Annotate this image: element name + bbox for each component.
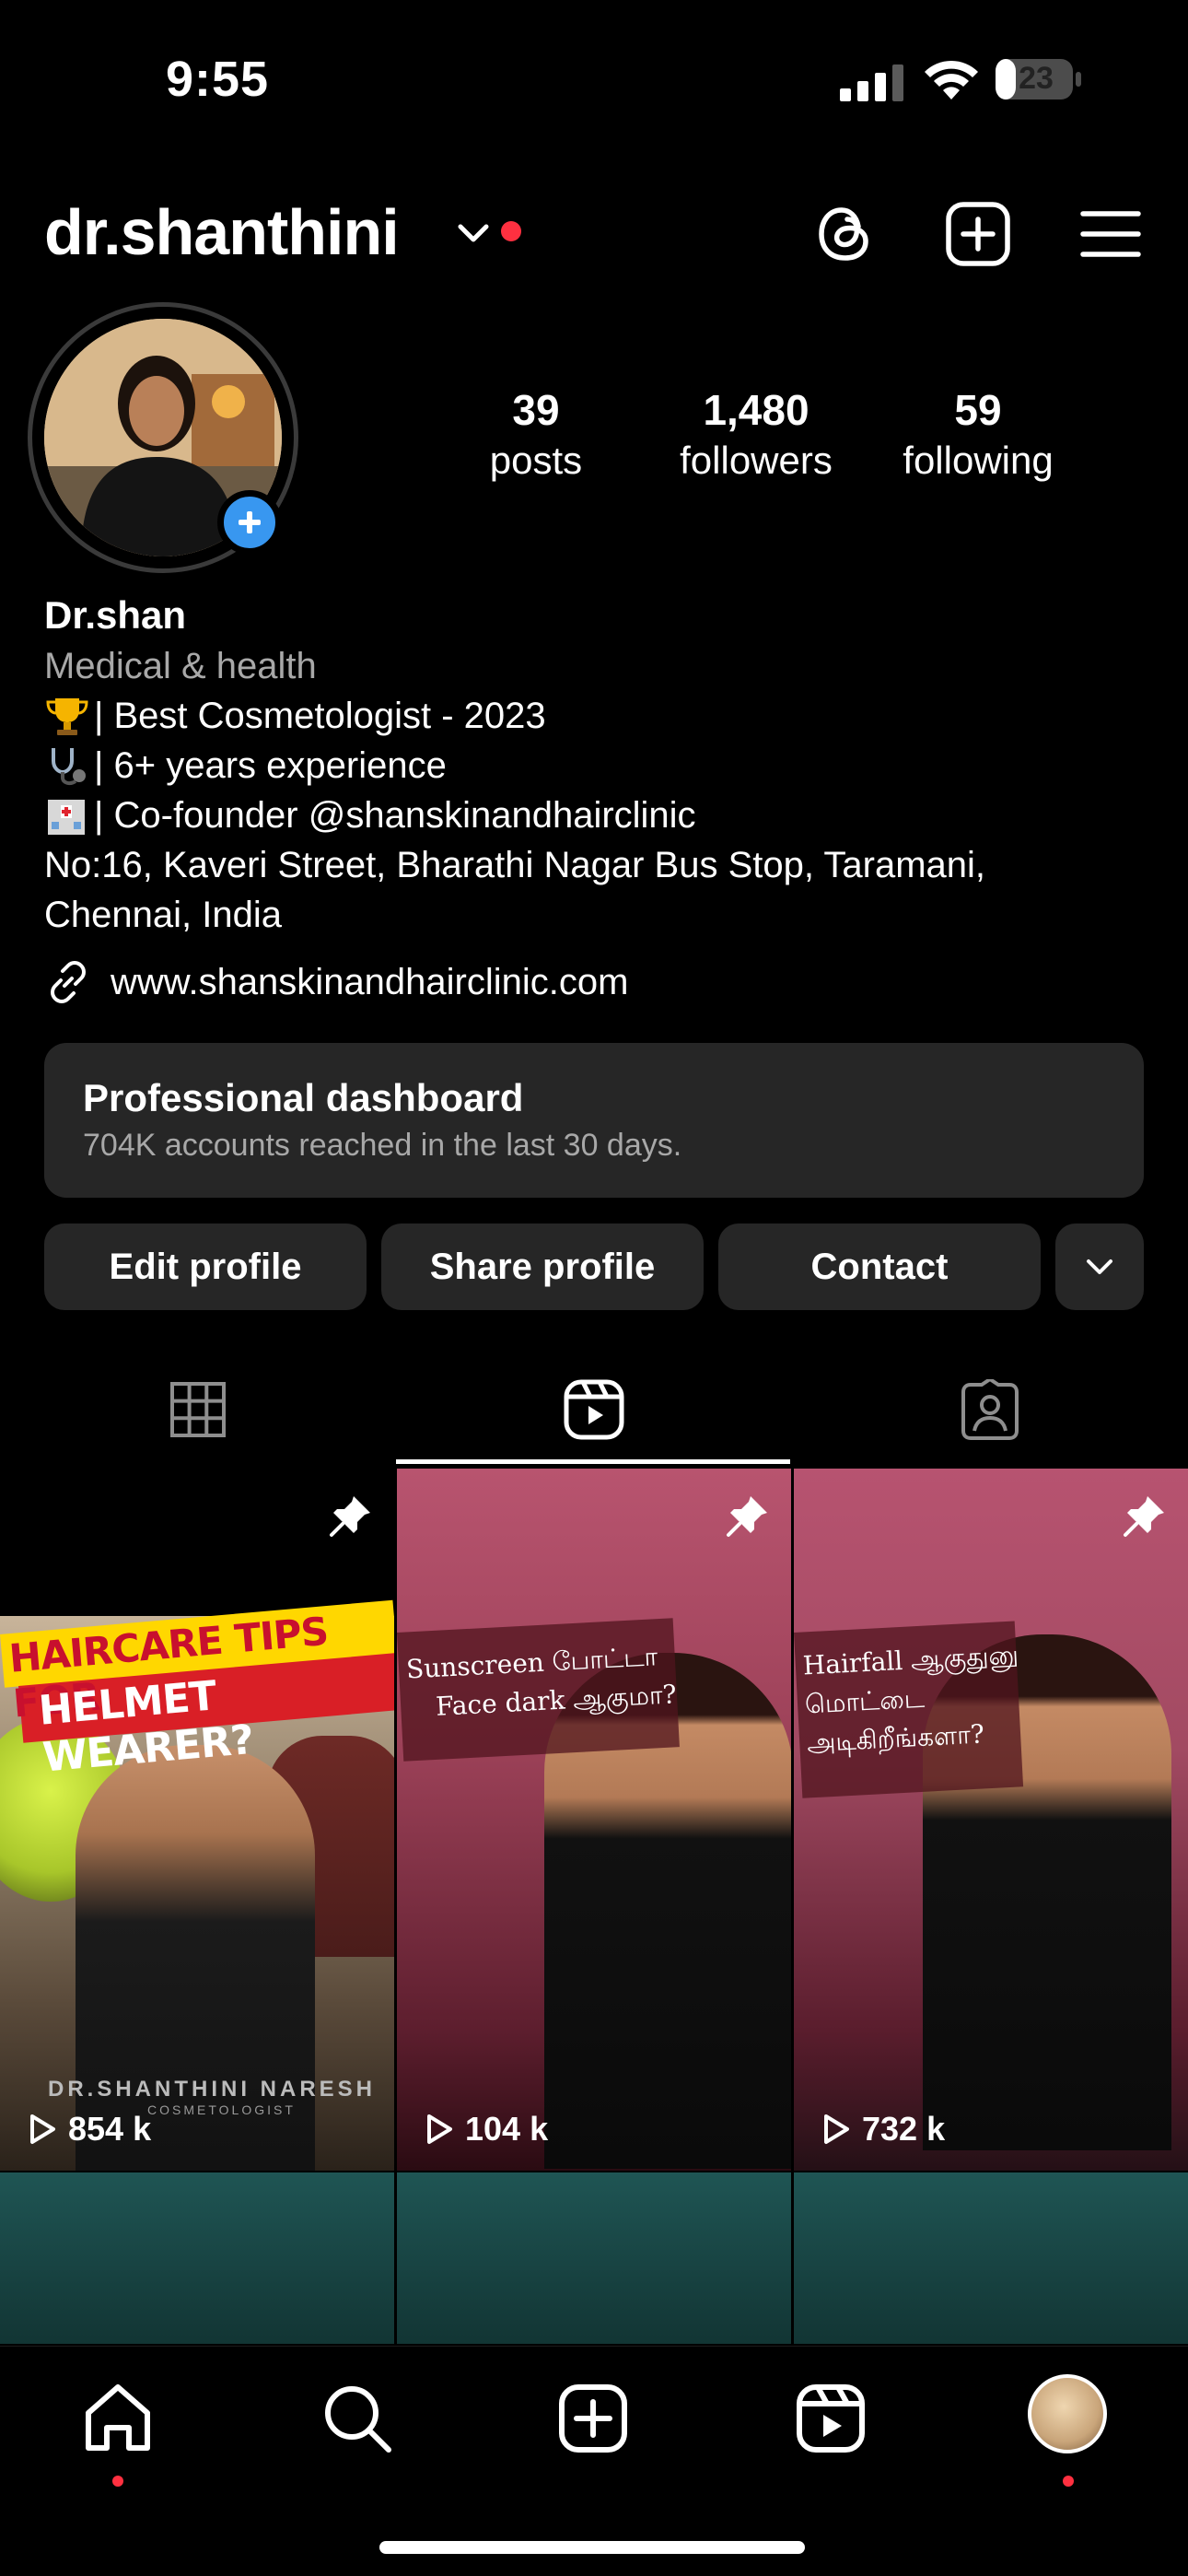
view-count-text: 732 k [862,2110,946,2148]
profile-tab-avatar[interactable] [1028,2374,1107,2453]
dashboard-subtitle: 704K accounts reached in the last 30 day… [83,1128,682,1163]
followers-count-label: followers [680,439,833,482]
trophy-icon [46,698,88,735]
posts-count-label: posts [489,439,583,482]
reel-watermark-sub: COSMETOLOGIST [147,2102,296,2117]
posts-count-value: 39 [512,386,560,434]
active-tab-indicator [396,1459,790,1464]
bio-line-experience: | 6+ years experience [44,741,1168,790]
play-icon [824,2114,849,2144]
create-post-icon[interactable] [943,199,1013,269]
view-count-text: 104 k [465,2110,549,2148]
reels-icon[interactable] [792,2380,869,2457]
grid-icon [170,1382,226,1437]
home-indicator[interactable] [379,2541,805,2554]
bio-line-clinic-text: | Co-founder @shanskinandhairclinic [94,795,696,836]
view-count: 732 k [818,2110,945,2149]
reel-tile[interactable] [0,2172,394,2344]
bio-line-award: | Best Cosmetologist - 2023 [44,691,1168,741]
reel-caption-line-2: மொட்டை [804,1682,926,1720]
professional-dashboard[interactable]: Professional dashboard 704K accounts rea… [44,1043,1144,1198]
bio-line-experience-text: | 6+ years experience [94,745,447,786]
suggested-accounts-button[interactable] [1055,1224,1144,1310]
pin-icon [1124,1496,1164,1537]
threads-icon[interactable] [810,199,880,269]
reel-tile[interactable]: HAIRCARE TIPS FOR HELMET WEARER? DR.SHAN… [0,1469,394,2171]
followers-count-value: 1,480 [703,386,809,434]
view-count: 104 k [421,2110,548,2149]
edit-profile-button[interactable]: Edit profile [44,1224,367,1310]
reel-tile[interactable]: Hairfall ஆகுதுனு மொட்டை அடிகிறீங்களா? 73… [794,1469,1188,2171]
following-count-value: 59 [954,386,1002,434]
view-count-text: 854 k [68,2110,152,2148]
followers-count[interactable]: 1,480 followers [654,385,858,483]
profile-notification-dot [1063,2476,1074,2487]
account-switcher[interactable]: dr.shanthini [44,195,400,269]
home-notification-dot [112,2476,123,2487]
add-story-button[interactable] [217,490,282,555]
menu-icon[interactable] [1076,199,1146,269]
status-time: 9:55 [166,52,270,107]
bio: Dr.shan Medical & health | Best Cosmetol… [44,590,1168,940]
contact-button[interactable]: Contact [718,1224,1041,1310]
reel-caption-box: Hairfall ஆகுதுனு மொட்டை அடிகிறீங்களா? [794,1621,1024,1798]
create-icon[interactable] [554,2380,632,2457]
play-icon [30,2114,55,2144]
pin-icon [330,1496,370,1537]
display-name: Dr.shan [44,593,187,637]
tab-reels[interactable] [396,1354,792,1465]
reel-watermark: DR.SHANTHINI NARESH [48,2077,377,2102]
address-line-1: No:16, Kaveri Street, Bharathi Nagar Bus… [44,845,986,885]
status-bar: 9:55 23 [0,0,1188,157]
following-count-label: following [903,439,1054,482]
website-link-text: www.shanskinandhairclinic.com [111,961,629,1002]
reel-tile[interactable]: Sunscreen போட்டா Face dark ஆகுமா? 104 k [397,1469,791,2171]
category-label: Medical & health [44,646,317,686]
play-icon [427,2114,452,2144]
chevron-down-icon[interactable] [455,219,492,247]
reel-tile[interactable] [397,2172,791,2344]
reel-caption-line-1: Hairfall ஆகுதுனு [802,1639,1019,1681]
home-icon[interactable] [79,2380,157,2457]
notification-dot [501,221,521,241]
wifi-icon [925,60,978,100]
pin-icon [727,1496,767,1537]
website-link[interactable]: www.shanskinandhairclinic.com [44,958,628,1006]
reels-icon [564,1379,624,1440]
chevron-down-icon [1087,1259,1112,1274]
posts-count[interactable]: 39 posts [460,385,611,483]
bio-line-clinic: | Co-founder @shanskinandhairclinic [44,790,1168,840]
share-profile-button[interactable]: Share profile [381,1224,704,1310]
following-count[interactable]: 59 following [886,385,1070,483]
tab-tagged[interactable] [792,1354,1188,1465]
cellular-signal-icon [840,64,903,101]
battery-level: 23 [1019,61,1054,96]
bio-line-award-text: | Best Cosmetologist - 2023 [94,696,546,736]
stethoscope-icon [52,748,86,786]
link-icon [51,961,86,1003]
reel-caption-line-2: Face dark ஆகுமா? [435,1679,678,1722]
reel-tile[interactable] [794,2172,1188,2344]
view-count: 854 k [24,2110,151,2149]
reel-caption-line-3: அடிகிறீங்களா? [806,1718,985,1759]
reel-caption-box: Sunscreen போட்டா Face dark ஆகுமா? [397,1618,680,1762]
hospital-icon [48,800,85,835]
tab-posts[interactable] [0,1354,396,1465]
dashboard-title: Professional dashboard [83,1076,524,1119]
profile-header: dr.shanthini [0,184,1188,286]
address-line-2: Chennai, India [44,895,282,935]
content-tabs [0,1354,1188,1465]
search-icon[interactable] [319,2380,396,2457]
tagged-icon [961,1379,1019,1440]
